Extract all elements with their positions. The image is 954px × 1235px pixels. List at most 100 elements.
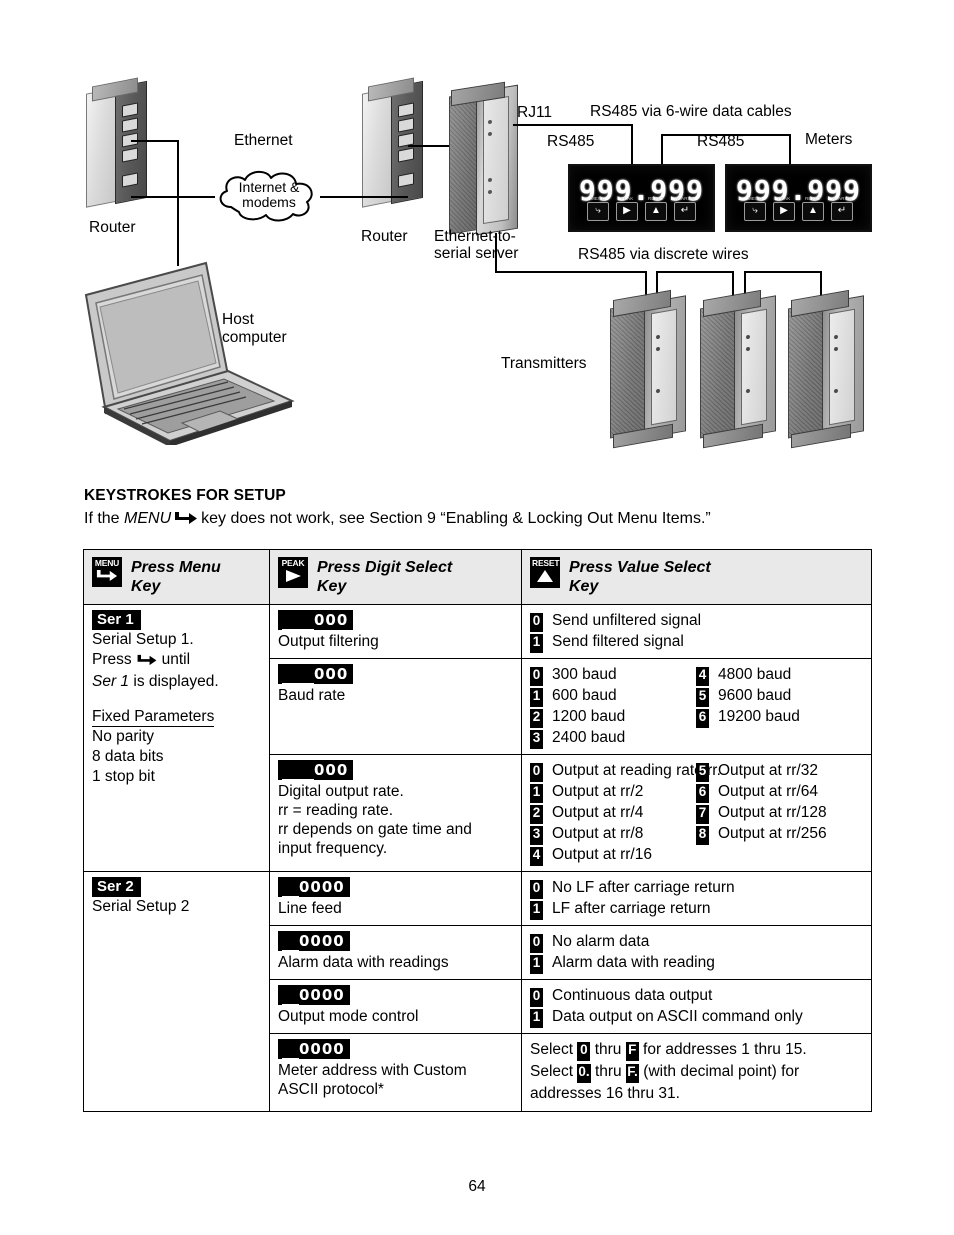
option-item: 0 Send unfiltered signal	[530, 610, 702, 632]
host-computer-laptop	[78, 255, 298, 447]
parameter-caption: Line feed	[278, 900, 342, 917]
ser1-line2: Press until	[92, 650, 262, 672]
option-row: 0 300 baud 4 4800 baud	[530, 664, 864, 686]
options-cell: 0 Send unfiltered signal 1 Send filtered si…	[521, 604, 872, 659]
meter-peak-key[interactable]: PEAK ▶	[773, 196, 795, 221]
meter-alarms-key[interactable]: ALARMS ↵	[831, 196, 853, 221]
lcd-display: 0000	[278, 1039, 350, 1060]
option-item: 1 LF after carriage return	[530, 898, 711, 920]
option-code-chip: 0	[530, 880, 543, 899]
option-code-chip: 0	[577, 1042, 591, 1061]
meter-keypad: MENU ⤷ PEAK ▶ RESET ▲ ALARMS ↵	[570, 196, 713, 221]
ser1-line1: Serial Setup 1.	[92, 631, 194, 648]
option-code-chip: 3	[530, 730, 543, 749]
lcd-active-digit	[282, 986, 299, 1006]
option-label: No alarm data	[552, 933, 650, 950]
option-row: 1 LF after carriage return	[530, 898, 864, 920]
wire-segment	[320, 196, 408, 198]
ser2-line1: Serial Setup 2	[92, 898, 190, 915]
header-cell-value-select: RESET Press Value Select Key	[521, 549, 872, 605]
table-row: Ser 1 Serial Setup 1. Press until Ser 1 …	[83, 604, 872, 872]
fixed-parameter-item: 8 data bits	[92, 748, 164, 765]
value-select-key-icon: RESET	[530, 557, 560, 588]
option-label: Output at rr/256	[718, 825, 827, 842]
laptop-icon	[84, 261, 295, 447]
transmitter-device-3	[788, 289, 866, 449]
option-row: 0 No alarm data	[530, 931, 864, 953]
option-code-chip: 4	[530, 847, 543, 866]
option-code-chip: 6	[696, 784, 709, 803]
option-free-text-line: Select 0 thru F for addresses 1 thru 15.	[530, 1041, 807, 1061]
meter-reset-key[interactable]: RESET ▲	[802, 196, 824, 221]
option-item: 0 300 baud	[530, 664, 696, 686]
option-item: 4 Output at rr/16	[530, 844, 696, 866]
lcd-display: 0000	[278, 877, 350, 898]
option-code-chip: 5	[696, 763, 709, 782]
option-list: 0 No alarm data 1 Alarm data with reading	[530, 931, 864, 974]
lcd-digits: 0000	[299, 932, 345, 950]
option-code-chip: 0	[530, 988, 543, 1007]
ethernet-serial-server-label: Ethernet-to-serial server	[434, 228, 519, 262]
transmitter-front-panel	[829, 308, 855, 426]
options-cell: Select 0 thru F for addresses 1 thru 15.…	[521, 1033, 872, 1112]
ethernet-to-serial-server-device	[449, 81, 521, 236]
option-item: 4 4800 baud	[696, 664, 792, 686]
option-item: 3 Output at rr/8	[530, 823, 696, 845]
lcd-digits: 0000	[299, 986, 345, 1004]
ser2-cell: Ser 2 Serial Setup 2	[83, 871, 270, 1112]
option-code-chip: 0.	[577, 1064, 591, 1083]
parameter-cell: 0000 Alarm data with readings	[269, 925, 522, 980]
option-item: 0 No LF after carriage return	[530, 877, 735, 899]
lcd-digits: 000	[314, 665, 349, 683]
option-code-chip: 1	[530, 634, 543, 653]
rs485-discrete-label: RS485 via discrete wires	[578, 246, 749, 263]
header-cell-menu: MENU Press Menu Key	[83, 549, 270, 605]
meter-keypad: MENU ⤷ PEAK ▶ RESET ▲ ALARMS ↵	[727, 196, 870, 221]
meter-menu-key[interactable]: MENU ⤷	[744, 196, 766, 221]
option-row: 0 No LF after carriage return	[530, 877, 864, 899]
parameter-caption: Alarm data with readings	[278, 954, 449, 971]
meter-device-1: 999.999 MENU ⤷ PEAK ▶ RESET ▲ ALARMS ↵	[568, 164, 715, 232]
rs485-label-a: RS485	[547, 133, 595, 150]
option-row: 0 Output at reading rate rr. 5 Output at rr…	[530, 760, 864, 782]
option-code-chip: 0	[530, 934, 543, 953]
parameter-cell: 000 Output filtering	[269, 604, 522, 659]
option-item: 2 Output at rr/4	[530, 802, 696, 824]
parameter-cell: 0000 Output mode control	[269, 979, 522, 1034]
up-triangle-glyph	[532, 569, 558, 586]
network-topology-diagram: Router Router Ethernet Internet &modems	[0, 0, 954, 465]
meter-peak-key[interactable]: PEAK ▶	[616, 196, 638, 221]
option-item: 1 Send filtered signal	[530, 631, 684, 653]
option-list: 0 Output at reading rate rr. 5 Output at rr…	[530, 760, 864, 866]
option-code-chip: 2	[530, 709, 543, 728]
meter-menu-key[interactable]: MENU ⤷	[587, 196, 609, 221]
option-item: 3 2400 baud	[530, 727, 696, 749]
option-item: 0 No alarm data	[530, 931, 650, 953]
meter-alarms-key[interactable]: ALARMS ↵	[674, 196, 696, 221]
parameter-caption: Meter address with Custom ASCII protocol*	[278, 1062, 467, 1098]
right-triangle-glyph	[280, 569, 306, 586]
parameter-cell: 0000 Line feed	[269, 871, 522, 926]
fixed-parameter-item: No parity	[92, 728, 155, 745]
meter-reset-key[interactable]: RESET ▲	[645, 196, 667, 221]
menu-arrow-icon	[135, 652, 159, 672]
option-label: 9600 baud	[718, 687, 792, 704]
wire-segment	[631, 124, 633, 164]
option-free-text-line: addresses 16 thru 31.	[530, 1085, 680, 1102]
header-label-menu: Press Menu Key	[131, 559, 221, 595]
lcd-active-digit	[282, 611, 314, 631]
option-item: 6 Output at rr/64	[696, 781, 818, 803]
transmitter-device-1	[610, 289, 688, 449]
wire-segment	[661, 134, 791, 136]
header-cell-digit-select: PEAK Press Digit Select Key	[269, 549, 522, 605]
option-code-chip: F	[625, 1042, 639, 1061]
option-row: 3 2400 baud	[530, 727, 864, 749]
option-label: Send unfiltered signal	[552, 612, 702, 629]
option-list: 0 Send unfiltered signal 1 Send filtered si…	[530, 610, 864, 653]
lcd-digits: 000	[314, 611, 349, 629]
section-heading: KEYSTROKES FOR SETUP	[84, 487, 286, 504]
lcd-display: 000	[278, 610, 354, 631]
option-label: 4800 baud	[718, 666, 792, 683]
option-code-chip: 0	[530, 667, 543, 686]
parameter-caption: Digital output rate. rr = reading rate. rr…	[278, 783, 472, 857]
